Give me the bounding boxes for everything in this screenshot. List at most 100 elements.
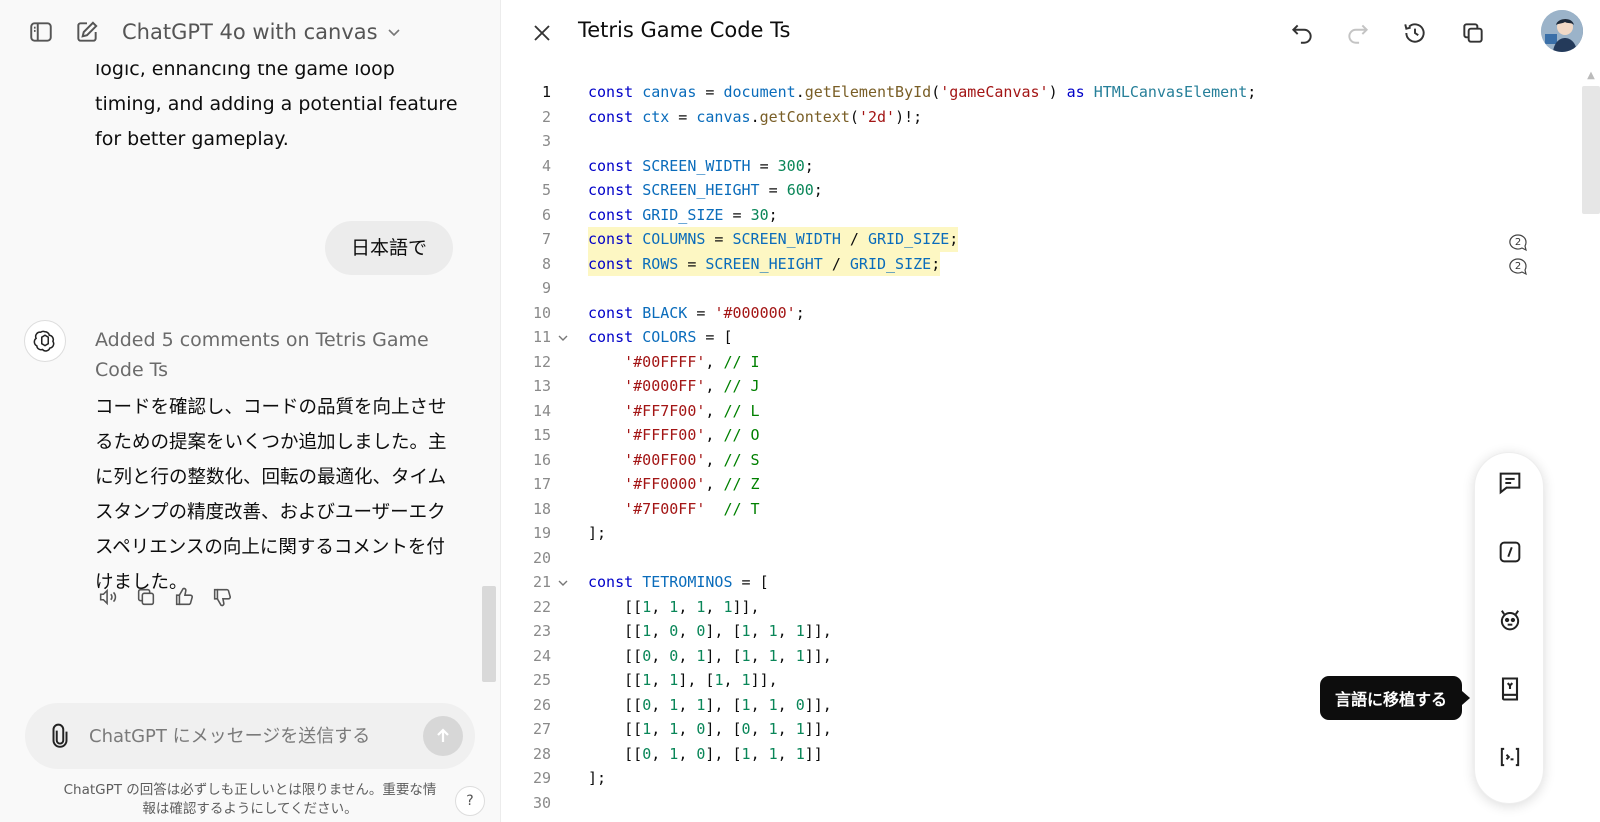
scroll-up-arrow-icon[interactable]: ▲ [1584,70,1598,82]
code-token: , [750,720,769,738]
code-text: [[0, 0, 1], [1, 1, 1]], [588,644,832,669]
chat-scrollbar[interactable] [482,586,496,682]
code-token: 30 [750,205,769,224]
code-line[interactable]: 23 [[1, 0, 0], [1, 1, 1]], [501,619,1561,644]
code-line[interactable]: 17 '#FF0000', // Z [501,472,1561,497]
assistant-avatar [24,320,66,362]
line-number: 21 [532,573,551,591]
sidebar-toggle-icon[interactable] [24,15,58,49]
comment-indicator[interactable]: 2 [1507,257,1529,277]
code-token: , [705,426,724,444]
line-number: 9 [541,279,551,297]
code-text: '#0000FF', // J [588,374,759,399]
code-token: , [777,744,796,763]
code-line[interactable]: 1 const canvas = document.getElementById(… [501,80,1561,105]
review-code-button[interactable] [1492,465,1528,501]
add-comments-button[interactable] [1492,534,1528,570]
code-scrollbar[interactable] [1582,86,1600,214]
code-token: 0 [669,646,679,665]
code-token: ]] [804,744,823,763]
code-token: 0 [669,622,679,640]
code-line[interactable]: 28 [[0, 1, 0], [1, 1, 1]] [501,742,1561,767]
code-token: 1 [642,597,652,616]
code-token: , [651,720,670,738]
send-button[interactable] [423,716,463,756]
code-line[interactable]: 5 const SCREEN_HEIGHT = 600; [501,178,1561,203]
code-line[interactable]: 30 [501,791,1561,816]
code-line[interactable]: 10 const BLACK = '#000000'; [501,301,1561,326]
code-line[interactable]: 11 const COLORS = [ [501,325,1561,350]
code-line[interactable]: 22 [[1, 1, 1, 1]], [501,595,1561,620]
port-language-tooltip: 言語に移植する [1320,676,1470,720]
code-line[interactable]: 2 const ctx = canvas.getContext('2d')!; [501,105,1561,130]
code-line[interactable]: 29]; [501,766,1561,791]
code-token: COLORS [642,328,697,346]
attach-icon[interactable] [47,723,73,749]
thumbs-down-icon[interactable] [209,584,235,610]
chat-panel: ChatGPT 4o with canvas logic, enhancing … [0,0,501,822]
copy-canvas-button[interactable] [1454,14,1492,52]
redo-button[interactable] [1339,14,1377,52]
help-button[interactable]: ? [455,786,485,816]
code-line[interactable]: 27 [[1, 1, 0], [0, 1, 1]], [501,717,1561,742]
comment-indicator[interactable]: 2 [1507,233,1529,253]
code-line[interactable]: 9 [501,276,1561,301]
copy-icon[interactable] [133,584,159,610]
code-token: ]], [804,622,832,640]
line-number: 14 [532,401,551,420]
code-token: '#FF7F00' [624,401,706,420]
code-token: , [651,646,670,665]
thumbs-up-icon[interactable] [171,584,197,610]
line-number: 30 [532,793,551,812]
code-token: = [723,205,751,224]
code-line[interactable]: 12 '#00FFFF', // I [501,350,1561,375]
read-aloud-icon[interactable] [95,584,121,610]
new-chat-icon[interactable] [70,15,104,49]
port-to-language-button[interactable] [1492,671,1528,707]
code-line[interactable]: 3 [501,129,1561,154]
code-token: getElementById [804,83,932,101]
model-selector[interactable]: ChatGPT 4o with canvas [122,20,402,44]
code-token: , [750,622,769,640]
code-line[interactable]: 7 const COLUMNS = SCREEN_WIDTH / GRID_SIZ… [501,227,1561,252]
code-line[interactable]: 21 const TETROMINOS = [ [501,570,1561,595]
code-line[interactable]: 14 '#FF7F00', // L [501,399,1561,424]
code-line[interactable]: 18 '#7F00FF' // T [501,497,1561,522]
add-logs-button[interactable] [1492,739,1528,775]
version-history-button[interactable] [1396,14,1434,52]
code-text: [[1, 1, 0], [0, 1, 1]], [588,717,832,742]
close-canvas-button[interactable] [527,18,557,48]
code-token: ctx [642,107,670,126]
code-token: / [822,254,850,273]
message-actions [95,584,235,610]
code-line[interactable]: 15 '#FFFF00', // O [501,423,1561,448]
code-token: 0 [741,720,751,738]
code-line[interactable]: 20 [501,546,1561,571]
undo-button[interactable] [1283,14,1321,52]
code-line[interactable]: 8 const ROWS = SCREEN_HEIGHT / GRID_SIZE; [501,251,1561,276]
code-token: 1 [642,622,652,640]
message-input[interactable] [89,725,409,747]
code-line[interactable]: 4 const SCREEN_WIDTH = 300; [501,154,1561,179]
code-token: 1 [642,720,652,738]
code-token: SCREEN_HEIGHT [705,254,823,273]
code-token: ]], [804,646,832,665]
user-avatar[interactable] [1541,10,1583,52]
code-token: = [ [732,573,769,591]
line-number: 5 [541,181,551,199]
code-text: '#FF7F00', // L [588,399,759,424]
code-token: as [1066,83,1094,101]
code-token: SCREEN_WIDTH [732,230,841,248]
code-line[interactable]: 24 [[0, 0, 1], [1, 1, 1]], [501,644,1561,669]
code-line[interactable]: 6 const GRID_SIZE = 30; [501,203,1561,228]
fix-bugs-button[interactable] [1492,602,1528,638]
code-line[interactable]: 19]; [501,521,1561,546]
code-token: 1 [768,695,778,714]
code-line[interactable]: 13 '#0000FF', // J [501,374,1561,399]
code-line[interactable]: 16 '#00FF00', // S [501,448,1561,473]
code-token: ; [931,254,941,273]
